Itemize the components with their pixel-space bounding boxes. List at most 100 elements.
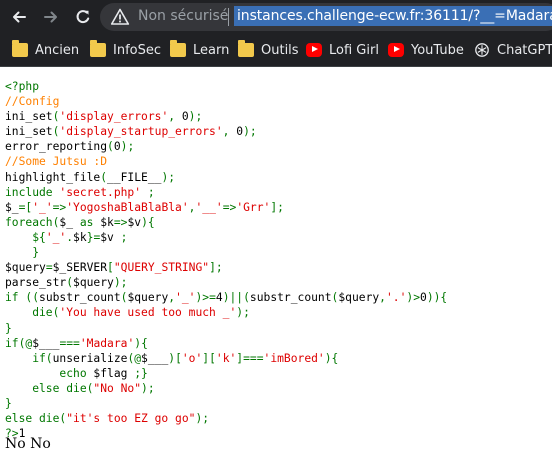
- reload-icon: [76, 10, 90, 24]
- reload-button[interactable]: [70, 4, 96, 30]
- bookmark-infosec[interactable]: InfoSec: [90, 40, 161, 60]
- code-token: $query: [338, 291, 380, 305]
- code-token: );: [195, 412, 210, 426]
- arrow-right-icon: [44, 11, 57, 23]
- code-token: ][: [202, 351, 216, 365]
- code-token: [: [107, 261, 114, 275]
- code-token: )>: [406, 291, 420, 305]
- code-token: }=: [86, 230, 101, 244]
- code-token: 0: [181, 110, 189, 124]
- back-button[interactable]: [6, 4, 32, 30]
- code-token: 'display_startup_errors': [59, 125, 223, 139]
- code-line: ini_set('display_errors', 0);: [5, 110, 202, 123]
- code-line: $_=['_'=>'YogoshaBlaBlaBla','__'=>'Grr']…: [5, 201, 284, 214]
- code-line: if(unserialize(@$___)['o']['k']==='imBor…: [5, 352, 338, 365]
- code-token: $flag: [93, 366, 135, 380]
- code-token: $query: [5, 261, 46, 275]
- code-line: parse_str($query);: [5, 276, 127, 289]
- code-token: (: [100, 170, 108, 184]
- code-line: }: [5, 397, 12, 410]
- code-token: if ((: [5, 291, 40, 305]
- code-token: "it's too EZ go go": [66, 412, 196, 426]
- code-token: ,: [379, 291, 386, 305]
- code-token: '_': [175, 291, 196, 305]
- code-token: '.': [385, 291, 407, 305]
- arrow-left-icon: [13, 11, 26, 23]
- bookmark-label: InfoSec: [113, 42, 162, 58]
- code-token: ;: [120, 230, 128, 244]
- code-token: if(: [5, 351, 53, 365]
- code-token: }: [5, 396, 12, 410]
- code-token: $query: [73, 276, 114, 290]
- code-line: error_reporting(0);: [5, 140, 134, 153]
- code-token: 'display_errors': [59, 110, 169, 124]
- bookmark-youtube[interactable]: YouTube: [388, 40, 464, 60]
- code-token: else die(: [5, 381, 94, 395]
- code-token: as: [79, 215, 101, 229]
- code-token: ini_set: [5, 125, 53, 139]
- bookmark-outils[interactable]: Outils: [238, 40, 299, 60]
- code-token: (@: [127, 351, 142, 365]
- code-token: 'k': [215, 351, 237, 365]
- code-token: )){: [426, 291, 448, 305]
- code-token: $query: [127, 291, 169, 305]
- address-separator: [228, 8, 229, 26]
- code-token: ){: [324, 351, 339, 365]
- code-token: $k: [100, 215, 114, 229]
- warning-icon[interactable]: [110, 7, 130, 27]
- code-token: (: [66, 276, 74, 290]
- bookmark-label: YouTube: [411, 42, 464, 58]
- code-token: 0: [113, 140, 121, 154]
- code-token: "No No": [93, 381, 142, 395]
- code-line: include 'secret.php' ;: [5, 186, 155, 199]
- code-token: ,: [222, 125, 237, 139]
- code-token: ;}: [134, 366, 148, 380]
- folder-icon: [170, 40, 186, 57]
- url-text[interactable]: instances.challenge-ecw.fr:36111/?__=Mad…: [234, 6, 552, 26]
- code-token: ]===: [236, 351, 264, 365]
- code-line: if ((substr_count($query,'_')>=4)||(subs…: [5, 291, 447, 304]
- code-token: =>: [113, 215, 128, 229]
- code-token: ===: [59, 336, 80, 350]
- youtube-icon: [306, 43, 322, 57]
- code-token: $___: [32, 336, 60, 350]
- code-token: ini_set: [5, 110, 53, 124]
- code-token: die(: [5, 306, 60, 320]
- code-token: //Config: [5, 95, 60, 109]
- bookmark-label: Learn: [193, 42, 230, 58]
- code-line: echo $flag ;}: [5, 366, 148, 380]
- code-token: 'Grr': [236, 200, 271, 214]
- code-token: =>: [222, 200, 237, 214]
- folder-icon: [238, 40, 254, 57]
- code-token: highlight_file: [5, 170, 101, 184]
- code-token: )||(: [222, 291, 250, 305]
- browser-toolbar: Non sécurisé instances.challenge-ecw.fr:…: [0, 0, 552, 34]
- code-token: 'You have used too much _': [59, 306, 237, 320]
- code-token: 'YogoshaBlaBlaBla': [66, 200, 189, 214]
- code-token: substr_count: [249, 291, 332, 305]
- bookmark-ancien[interactable]: Ancien: [12, 40, 79, 60]
- bookmark-learn[interactable]: Learn: [170, 40, 229, 60]
- code-token: $_SERVER: [52, 261, 108, 275]
- code-token: 0: [420, 291, 427, 305]
- code-token: ){: [134, 336, 148, 350]
- bookmark-label: ChatGPT: [497, 42, 552, 58]
- code-token: }: [5, 321, 12, 335]
- code-token: ){: [141, 215, 155, 229]
- bookmark-chatgpt[interactable]: ChatGPT: [474, 40, 552, 60]
- code-token: $_: [5, 200, 19, 214]
- forward-button[interactable]: [38, 4, 64, 30]
- code-token: );: [161, 170, 176, 184]
- bookmark-lofi-girl[interactable]: Lofi Girl: [306, 40, 379, 60]
- folder-icon: [12, 40, 28, 57]
- security-status[interactable]: Non sécurisé: [138, 8, 228, 24]
- chatgpt-icon: [475, 43, 489, 57]
- code-token: '_': [45, 230, 67, 244]
- code-token: __FILE__: [107, 170, 162, 184]
- code-line: die('You have used too much _');: [5, 306, 250, 319]
- code-token: "QUERY_STRING": [113, 261, 210, 275]
- code-token: =>: [52, 200, 67, 214]
- code-token: .: [66, 230, 74, 244]
- code-token: )>=: [195, 291, 216, 305]
- code-token: 'imBored': [263, 351, 325, 365]
